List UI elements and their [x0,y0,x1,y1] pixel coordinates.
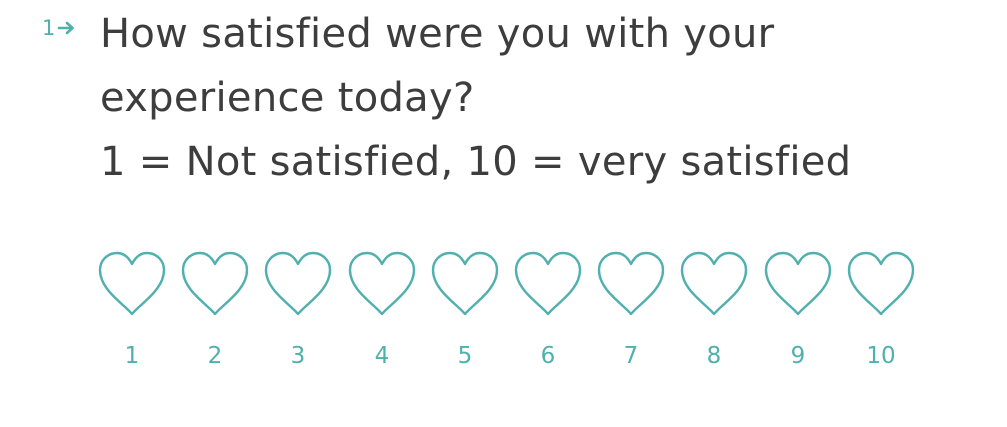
rating-option-3[interactable]: 3 [264,250,332,380]
question-title-line-2: experience today? [100,75,475,121]
rating-option-label: 8 [706,343,722,369]
heart-outline-icon [348,251,416,316]
rating-option-5[interactable]: 5 [431,250,499,380]
rating-option-6[interactable]: 6 [514,250,582,380]
heart-outline-icon [680,251,748,316]
question-title-line-3: 1 = Not satisfied, 10 = very satisfied [100,139,852,185]
rating-option-4[interactable]: 4 [348,250,416,380]
arrow-right-icon [58,21,75,35]
heart-outline-icon [181,251,249,316]
question-title: How satisfied were you with your experie… [100,2,960,194]
rating-option-label: 9 [790,343,806,369]
rating-option-label: 5 [457,343,473,369]
question-number: 1 [42,14,77,42]
heart-outline-icon [514,251,582,316]
heart-outline-icon [847,251,915,316]
rating-option-label: 10 [866,343,896,369]
rating-option-label: 1 [124,343,140,369]
rating-option-label: 6 [540,343,556,369]
rating-scale: 1 2 3 4 5 6 7 8 9 10 [98,250,938,380]
question-number-text: 1 [42,16,56,40]
rating-option-1[interactable]: 1 [98,250,166,380]
question-title-line-1: How satisfied were you with your [100,11,775,57]
rating-option-9[interactable]: 9 [764,250,832,380]
heart-outline-icon [764,251,832,316]
rating-option-label: 2 [207,343,223,369]
heart-outline-icon [98,251,166,316]
rating-option-10[interactable]: 10 [847,250,915,380]
heart-outline-icon [264,251,332,316]
rating-option-label: 7 [623,343,639,369]
rating-option-7[interactable]: 7 [597,250,665,380]
rating-option-8[interactable]: 8 [680,250,748,380]
heart-outline-icon [431,251,499,316]
question-block: 1 How satisfied were you with your exper… [0,0,1007,427]
rating-option-label: 3 [290,343,306,369]
heart-outline-icon [597,251,665,316]
rating-option-label: 4 [374,343,390,369]
rating-option-2[interactable]: 2 [181,250,249,380]
